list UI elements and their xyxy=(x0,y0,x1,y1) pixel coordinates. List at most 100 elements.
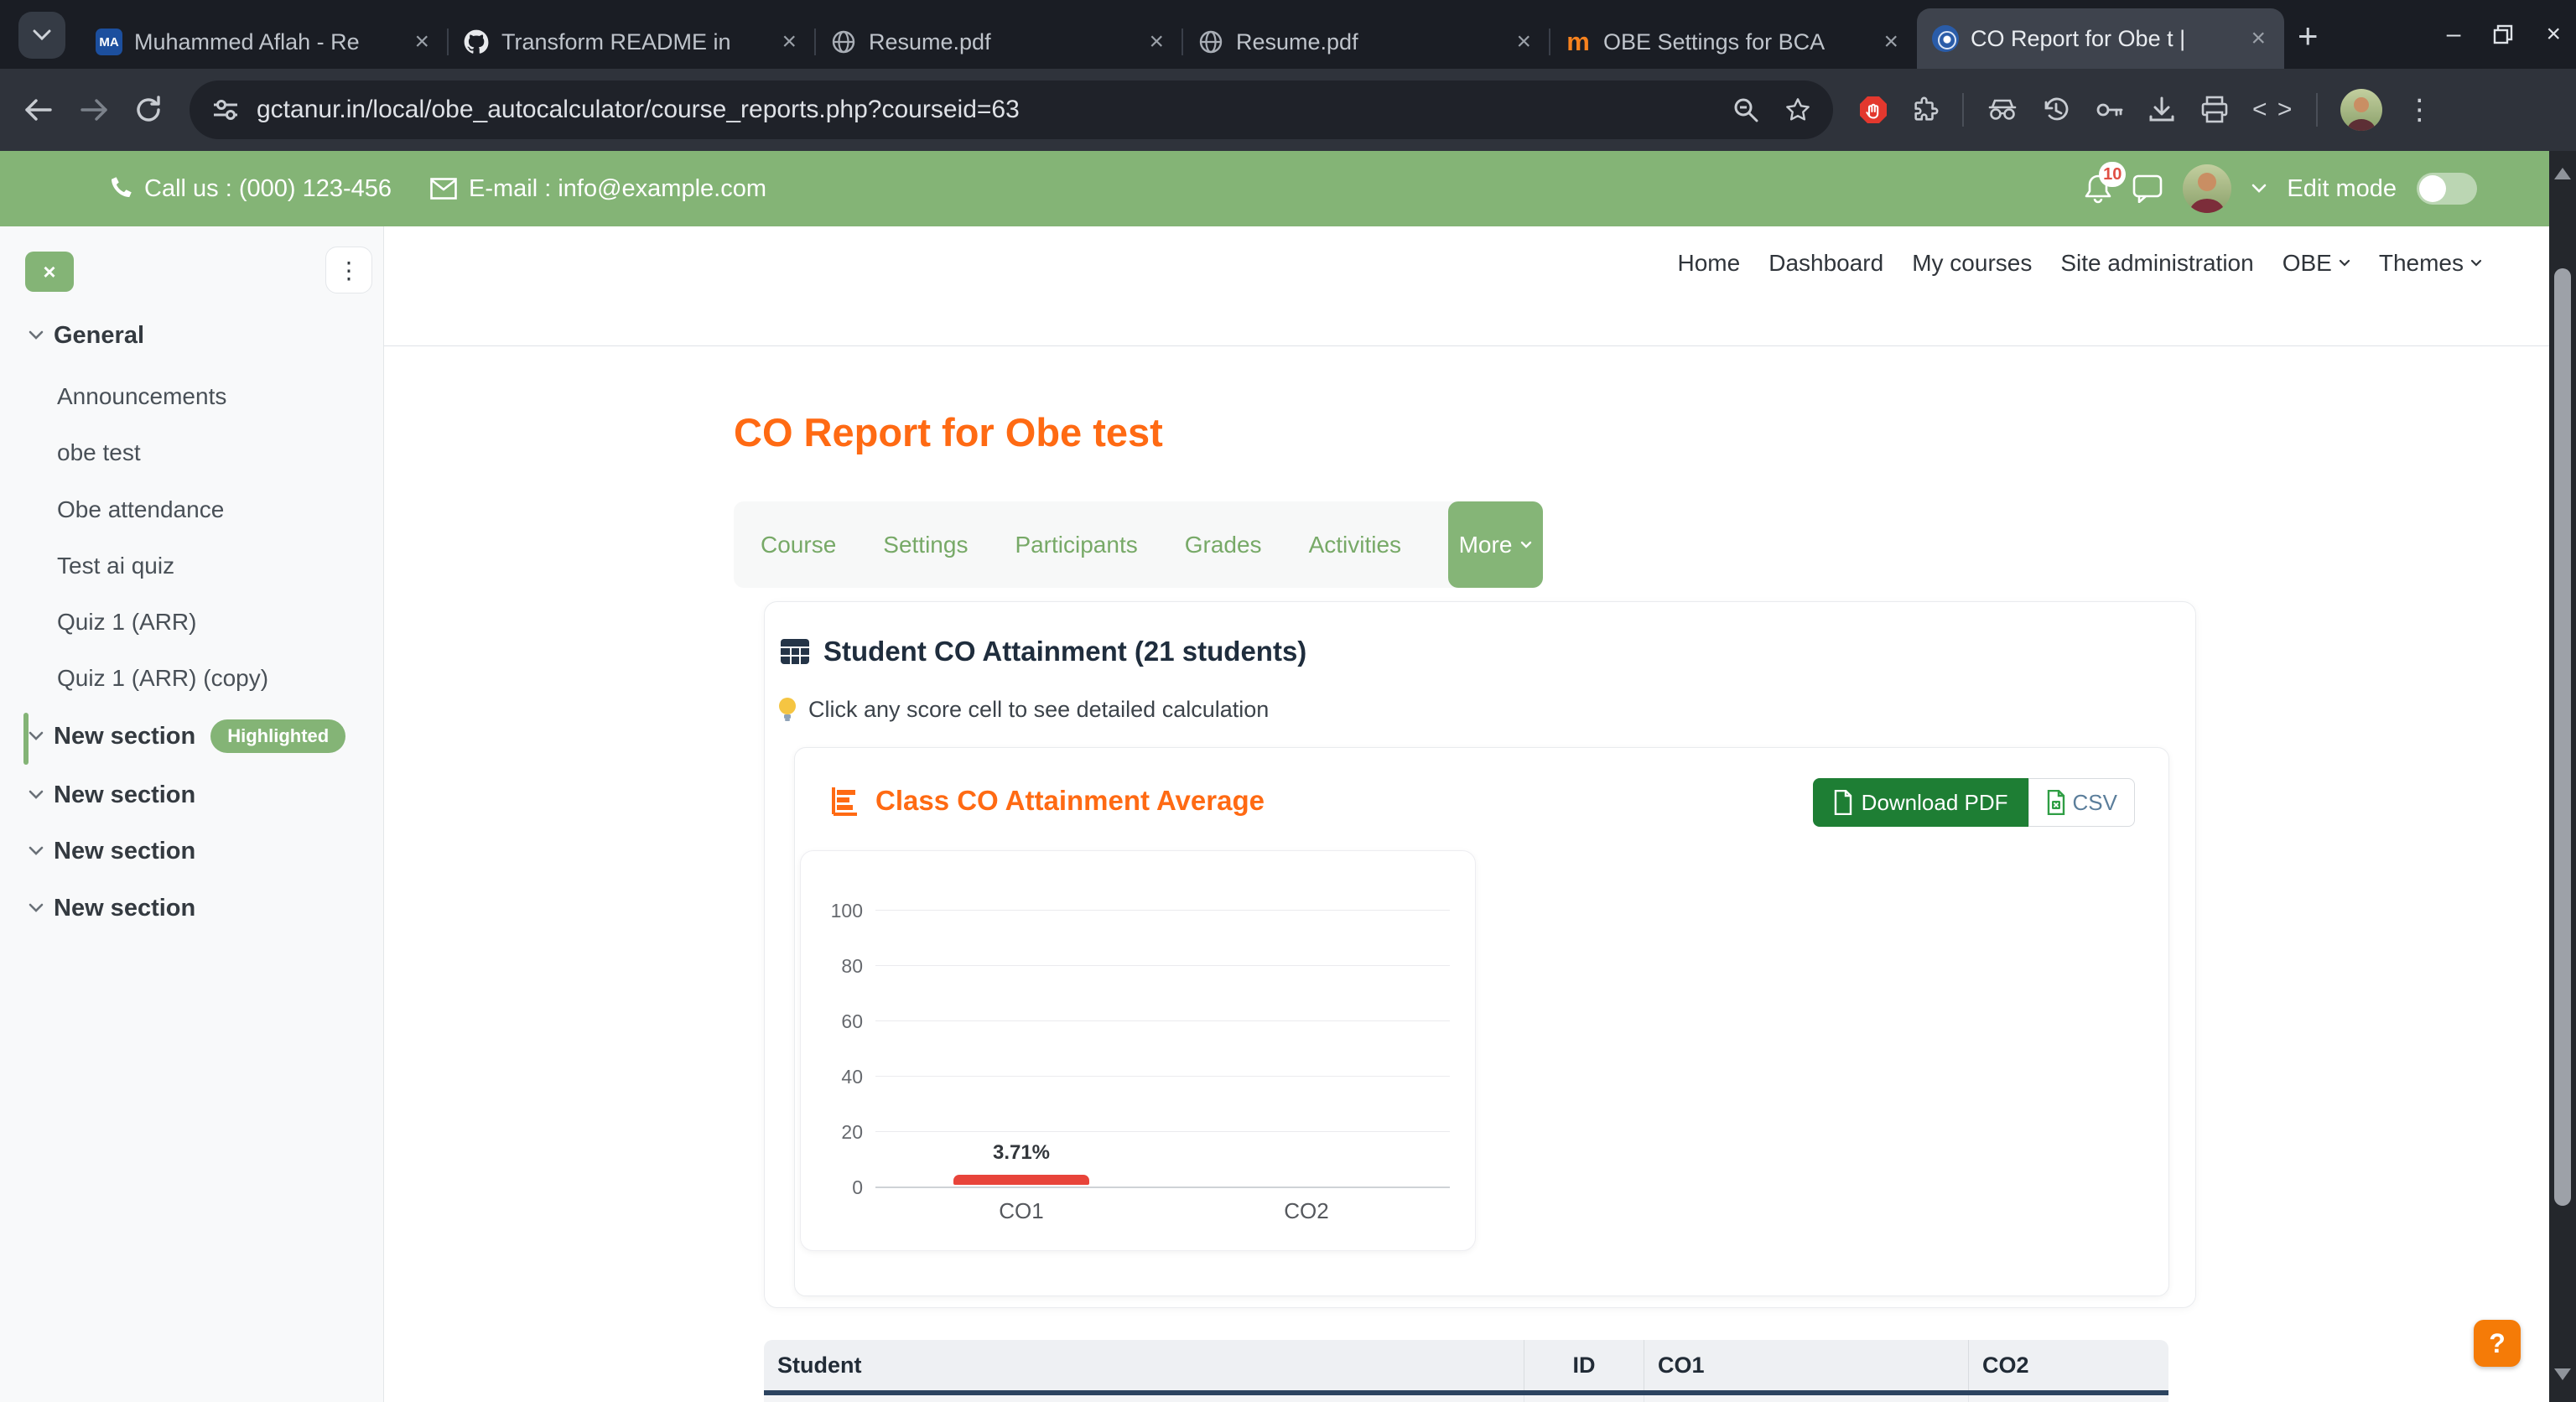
extension-glasses-icon[interactable] xyxy=(1987,96,2018,124)
adblock-hand-icon[interactable] xyxy=(1858,95,1888,125)
sidebar-menu-button[interactable]: ⋮ xyxy=(325,247,372,293)
chevron-down-icon[interactable] xyxy=(29,731,44,741)
user-menu-caret-icon[interactable] xyxy=(2251,184,2267,194)
nav-themes-dropdown[interactable]: Themes xyxy=(2379,250,2482,277)
call-us-link[interactable]: Call us : (000) 123-456 xyxy=(144,175,392,203)
sidebar-item-test-ai-quiz[interactable]: Test ai quiz xyxy=(0,543,384,589)
tab-title: Resume.pdf xyxy=(1236,29,1503,55)
tab-close-icon[interactable]: × xyxy=(1144,28,1169,56)
item-label: Announcements xyxy=(57,383,226,410)
url-bar[interactable]: gctanur.in/local/obe_autocalculator/cour… xyxy=(190,80,1833,139)
sidebar-item-obe-test[interactable]: obe test xyxy=(0,429,384,476)
nav-home[interactable]: Home xyxy=(1678,250,1741,277)
scrollbar-thumb[interactable] xyxy=(2554,268,2571,1206)
notifications-button[interactable]: 10 xyxy=(2084,174,2112,204)
browser-tab-3[interactable]: Resume.pdf × xyxy=(815,15,1182,69)
download-pdf-button[interactable]: Download PDF xyxy=(1813,778,2028,827)
browser-menu-icon[interactable]: ⋮ xyxy=(2405,93,2433,127)
tab-close-icon[interactable]: × xyxy=(1511,28,1536,56)
sidebar-item-announcements[interactable]: Announcements xyxy=(0,373,384,420)
tab-close-icon[interactable]: × xyxy=(776,28,802,56)
help-button[interactable]: ? xyxy=(2474,1320,2521,1367)
tab-more-dropdown[interactable]: More xyxy=(1448,501,1543,588)
chevron-down-icon xyxy=(2470,259,2482,267)
messages-button[interactable] xyxy=(2132,174,2163,203)
chevron-down-icon xyxy=(1520,541,1532,549)
scroll-up-arrow-icon[interactable] xyxy=(2554,168,2571,179)
browser-tab-5[interactable]: m OBE Settings for BCA × xyxy=(1550,15,1917,69)
site-settings-icon[interactable] xyxy=(211,97,240,122)
chevron-down-icon[interactable] xyxy=(29,330,44,340)
tab-settings[interactable]: Settings xyxy=(883,532,968,558)
code-icon[interactable]: < > xyxy=(2252,96,2293,124)
downloads-icon[interactable] xyxy=(2147,95,2177,125)
nav-label: Site administration xyxy=(2060,250,2253,277)
browser-tab-1[interactable]: MA Muhammed Aflah - Re × xyxy=(80,15,448,69)
bar-chart-icon xyxy=(830,786,860,816)
nav-obe-dropdown[interactable]: OBE xyxy=(2283,250,2350,277)
chevron-down-icon[interactable] xyxy=(29,790,44,800)
user-avatar[interactable] xyxy=(2183,164,2231,213)
item-label: Quiz 1 (ARR) (copy) xyxy=(57,665,268,692)
zoom-page-icon[interactable] xyxy=(1732,96,1759,123)
sidebar-section-highlighted[interactable]: New section Highlighted xyxy=(0,713,384,760)
tab-close-icon[interactable]: × xyxy=(1878,28,1903,56)
download-csv-button[interactable]: CSV xyxy=(2028,778,2135,827)
tip-row: Click any score cell to see detailed cal… xyxy=(776,696,1269,723)
nav-my-courses[interactable]: My courses xyxy=(1912,250,2032,277)
extension-row: < > ⋮ xyxy=(1858,89,2433,131)
nav-label: Themes xyxy=(2379,250,2464,277)
csv-file-icon xyxy=(2046,790,2066,815)
table-header-row: Student ID CO1 CO2 xyxy=(764,1340,2168,1390)
window-close-button[interactable]: × xyxy=(2546,20,2561,49)
tab-search-button[interactable] xyxy=(18,12,65,59)
passwords-key-icon[interactable] xyxy=(2094,95,2124,125)
sidebar-item-obe-attendance[interactable]: Obe attendance xyxy=(0,486,384,533)
scroll-down-arrow-icon[interactable] xyxy=(2554,1368,2571,1380)
browser-tab-2[interactable]: Transform README in × xyxy=(448,15,815,69)
tab-activities[interactable]: Activities xyxy=(1309,532,1401,558)
browser-profile-avatar[interactable] xyxy=(2340,89,2382,131)
x-axis-line xyxy=(875,1187,1450,1188)
sidebar-section-general[interactable]: General xyxy=(0,312,384,359)
window-minimize-button[interactable]: – xyxy=(2447,20,2461,49)
chevron-down-icon[interactable] xyxy=(29,903,44,913)
url-text[interactable]: gctanur.in/local/obe_autocalculator/cour… xyxy=(257,96,1732,124)
new-tab-button[interactable]: + xyxy=(2298,18,2319,54)
page-scrollbar[interactable] xyxy=(2549,151,2576,1402)
browser-tab-4[interactable]: Resume.pdf × xyxy=(1182,15,1550,69)
print-icon[interactable] xyxy=(2199,95,2230,125)
sidebar-item-quiz1[interactable]: Quiz 1 (ARR) xyxy=(0,599,384,646)
window-restore-button[interactable] xyxy=(2492,23,2514,45)
tab-close-icon[interactable]: × xyxy=(409,28,434,56)
chevron-down-icon[interactable] xyxy=(29,846,44,856)
sidebar-section-new-3[interactable]: New section xyxy=(0,885,384,932)
browser-tab-active[interactable]: CO Report for Obe t | × xyxy=(1917,8,2284,69)
back-button[interactable] xyxy=(22,96,55,124)
tab-title: OBE Settings for BCA xyxy=(1603,29,1870,55)
sidebar-item-quiz1-copy[interactable]: Quiz 1 (ARR) (copy) xyxy=(0,655,384,702)
sidebar-section-new-2[interactable]: New section xyxy=(0,828,384,875)
email-link[interactable]: E-mail : info@example.com xyxy=(469,175,766,203)
globe-favicon-icon xyxy=(830,29,857,55)
tab-grades[interactable]: Grades xyxy=(1185,532,1262,558)
extensions-puzzle-icon[interactable] xyxy=(1911,96,1940,124)
forward-button[interactable] xyxy=(77,96,111,124)
reload-button[interactable] xyxy=(132,94,164,126)
edit-mode-toggle[interactable] xyxy=(2417,173,2477,205)
x-category-label: CO2 xyxy=(1239,1198,1374,1224)
course-tab-strip: Course Settings Participants Grades Acti… xyxy=(734,501,1543,588)
history-clock-icon[interactable] xyxy=(2041,95,2071,125)
nav-site-administration[interactable]: Site administration xyxy=(2060,250,2253,277)
tab-participants[interactable]: Participants xyxy=(1015,532,1137,558)
sidebar-section-new-1[interactable]: New section xyxy=(0,771,384,818)
bookmark-star-icon[interactable] xyxy=(1784,96,1811,123)
close-drawer-button[interactable]: × xyxy=(25,252,74,292)
nav-dashboard[interactable]: Dashboard xyxy=(1768,250,1883,277)
tab-close-icon[interactable]: × xyxy=(2246,24,2271,53)
card-heading-row: Student CO Attainment (21 students) xyxy=(780,636,1306,667)
email-icon xyxy=(430,178,457,200)
chevron-down-icon xyxy=(33,29,51,41)
chevron-down-icon xyxy=(2339,259,2350,267)
tab-course[interactable]: Course xyxy=(761,532,836,558)
